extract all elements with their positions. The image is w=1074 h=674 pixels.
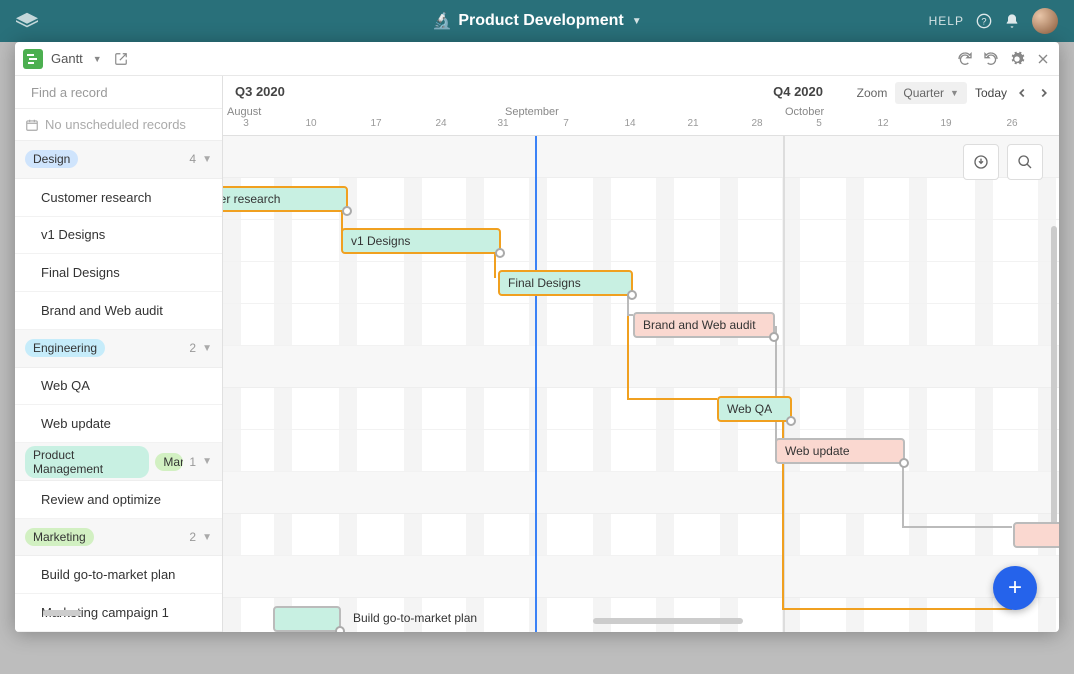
gantt-bar-final-designs[interactable]: Final Designs: [498, 270, 633, 296]
logo-icon: [16, 12, 38, 30]
group-product-management[interactable]: Product Management Mar 1 ▼: [15, 443, 222, 481]
base-title: Product Development: [458, 12, 623, 30]
redo-icon[interactable]: [983, 51, 999, 67]
settings-icon[interactable]: [1009, 51, 1025, 67]
gantt-bar-v1-designs[interactable]: v1 Designs: [341, 228, 501, 254]
quarter-label-left: Q3 2020: [235, 84, 285, 99]
chevron-down-icon: ▼: [950, 88, 959, 98]
task-row[interactable]: Web QA: [15, 368, 222, 406]
chevron-down-icon: ▼: [632, 16, 642, 27]
today-indicator: [535, 136, 537, 632]
gantt-bar-web-qa[interactable]: Web QA: [717, 396, 792, 422]
undo-icon[interactable]: [957, 51, 973, 67]
days-row: 3 10 17 24 31 7 14 21 28 5 12 19 26: [223, 118, 1059, 132]
add-record-fab[interactable]: +: [993, 566, 1037, 610]
group-pill: Product Management: [25, 446, 149, 478]
notifications-icon[interactable]: [1004, 13, 1020, 29]
chevron-down-icon[interactable]: ▼: [202, 343, 212, 354]
gantt-bar-customer-research[interactable]: omer research: [223, 186, 348, 212]
base-emoji-icon: 🔬: [432, 11, 452, 31]
no-unscheduled-label: No unscheduled records: [15, 109, 222, 141]
help-icon[interactable]: ?: [976, 13, 992, 29]
gantt-bar-review-optimize[interactable]: [1013, 522, 1059, 548]
gantt-bar-brand-web-audit[interactable]: Brand and Web audit: [633, 312, 775, 338]
group-marketing[interactable]: Marketing 2 ▼: [15, 519, 222, 557]
task-row[interactable]: v1 Designs: [15, 217, 222, 255]
chevron-down-icon[interactable]: ▼: [202, 456, 212, 467]
base-title-dropdown[interactable]: 🔬 Product Development ▼: [432, 11, 641, 31]
group-count: 2: [189, 530, 196, 544]
task-row[interactable]: Final Designs: [15, 254, 222, 292]
group-design[interactable]: Design 4 ▼: [15, 141, 222, 179]
calendar-icon: [25, 118, 39, 132]
zoom-label: Zoom: [857, 86, 888, 100]
group-pill: Marketing: [25, 528, 94, 546]
view-name[interactable]: Gantt: [51, 51, 83, 66]
share-icon[interactable]: [114, 52, 128, 66]
task-row[interactable]: Web update: [15, 405, 222, 443]
horizontal-scrollbar[interactable]: [593, 618, 743, 624]
bar-label: Build go-to-market plan: [353, 611, 477, 625]
avatar[interactable]: [1032, 8, 1058, 34]
group-engineering[interactable]: Engineering 2 ▼: [15, 330, 222, 368]
group-count: 1: [189, 455, 196, 469]
gantt-app-icon: [23, 49, 43, 69]
today-button[interactable]: Today: [975, 86, 1007, 100]
task-row[interactable]: Review and optimize: [15, 481, 222, 519]
group-count: 2: [189, 341, 196, 355]
gantt-bar-web-update[interactable]: Web update: [775, 438, 905, 464]
next-arrow-icon[interactable]: [1037, 86, 1051, 100]
group-pill: Engineering: [25, 339, 105, 357]
quarter-label-right: Q4 2020: [773, 84, 823, 99]
download-button[interactable]: [963, 144, 999, 180]
group-pill-extra: Mar: [155, 453, 183, 471]
group-count: 4: [189, 152, 196, 166]
close-icon[interactable]: [1035, 51, 1051, 67]
task-row[interactable]: Build go-to-market plan: [15, 556, 222, 594]
group-pill: Design: [25, 150, 78, 168]
chevron-down-icon[interactable]: ▼: [202, 154, 212, 165]
app-window: Gantt ▼ No unscheduled records Design 4: [15, 42, 1059, 632]
search-button[interactable]: [1007, 144, 1043, 180]
svg-text:?: ?: [981, 16, 986, 26]
vertical-scrollbar[interactable]: [1051, 226, 1057, 526]
view-toolbar: Gantt ▼: [15, 42, 1059, 76]
chevron-down-icon[interactable]: ▼: [93, 54, 102, 64]
gantt-bar-build-gtm[interactable]: [273, 606, 341, 632]
task-row[interactable]: Customer research: [15, 179, 222, 217]
task-row[interactable]: Brand and Web audit: [15, 292, 222, 330]
prev-arrow-icon[interactable]: [1015, 86, 1029, 100]
zoom-scale-select[interactable]: Quarter ▼: [895, 82, 967, 104]
sidebar: No unscheduled records Design 4 ▼ Custom…: [15, 76, 223, 632]
timeline-body[interactable]: omer research v1 Designs Final Designs B…: [223, 136, 1059, 632]
search-input[interactable]: [31, 85, 207, 100]
gantt-timeline[interactable]: Q3 2020 Q4 2020 Zoom Quarter ▼ Today Aug…: [223, 76, 1059, 632]
help-link[interactable]: HELP: [929, 14, 964, 28]
app-header: 🔬 Product Development ▼ HELP ?: [0, 0, 1074, 42]
chevron-down-icon[interactable]: ▼: [202, 532, 212, 543]
sidebar-scrollbar[interactable]: [43, 610, 81, 616]
timeline-header: Q3 2020 Q4 2020 Zoom Quarter ▼ Today Aug…: [223, 76, 1059, 136]
